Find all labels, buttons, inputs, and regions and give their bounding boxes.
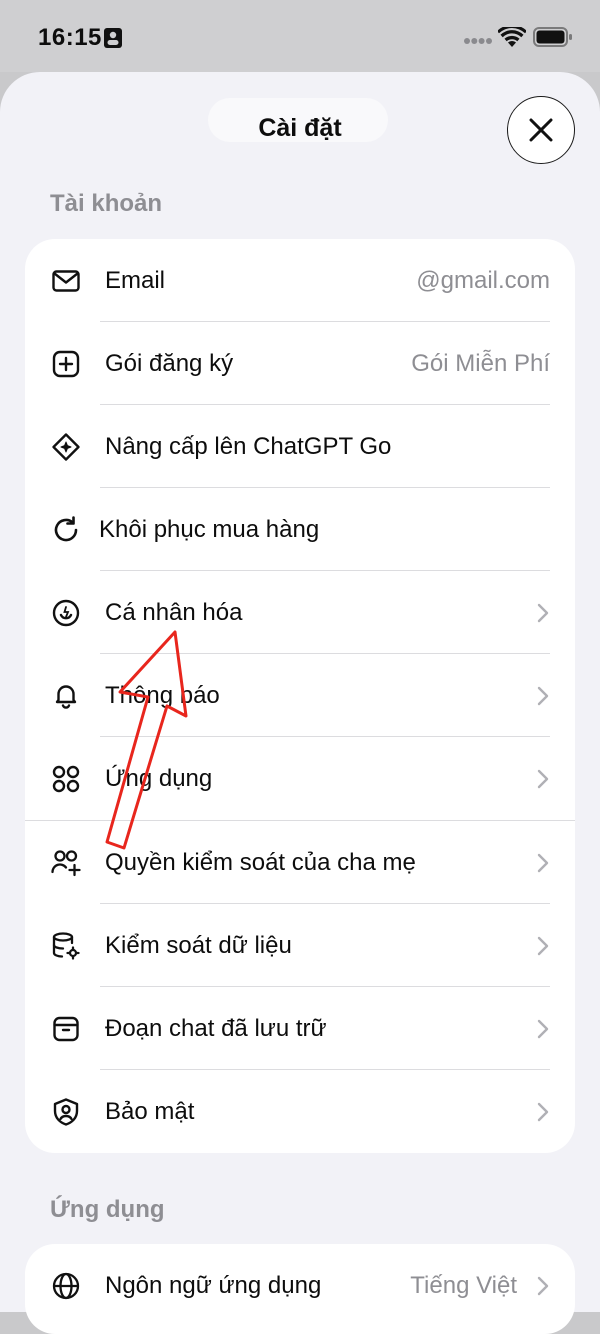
close-icon: [529, 118, 553, 142]
chevron-right-icon: [537, 936, 549, 956]
row-archived-chats[interactable]: Đoạn chat đã lưu trữ: [25, 987, 575, 1070]
row-personalization[interactable]: Cá nhân hóa: [25, 571, 575, 654]
account-card: Email @gmail.com Gói đăng ký Gói Miễn Ph…: [25, 239, 575, 1153]
email-value: @gmail.com: [416, 267, 550, 294]
refresh-icon: [54, 516, 78, 542]
row-subscription[interactable]: Gói đăng ký Gói Miễn Phí: [25, 322, 575, 405]
row-apps[interactable]: Ứng dụng: [25, 737, 575, 820]
battery-icon: [533, 27, 572, 47]
row-notifications[interactable]: Thông báo: [25, 654, 575, 737]
row-security[interactable]: Bảo mật: [25, 1070, 575, 1153]
portrait-lock-icon: [104, 28, 122, 48]
mail-icon: [52, 270, 80, 292]
row-label: Gói đăng ký: [105, 350, 234, 377]
row-label: Thông báo: [105, 682, 220, 709]
row-data-controls[interactable]: Kiểm soát dữ liệu: [25, 904, 575, 987]
row-label: Đoạn chat đã lưu trữ: [105, 1015, 327, 1042]
row-label: Bảo mật: [105, 1098, 195, 1125]
close-button[interactable]: [507, 96, 575, 164]
app-language-value: Tiếng Việt: [410, 1272, 517, 1299]
app-card: Ngôn ngữ ứng dụng Tiếng Việt: [25, 1244, 575, 1334]
signal-dots-icon: [464, 38, 492, 44]
chevron-right-icon: [537, 1276, 549, 1296]
row-label: Cá nhân hóa: [105, 599, 243, 626]
row-label: Kiểm soát dữ liệu: [105, 932, 292, 959]
bell-icon: [55, 685, 77, 709]
database-gear-icon: [52, 932, 80, 960]
row-label: Ngôn ngữ ứng dụng: [105, 1272, 322, 1299]
diamond-sparkle-icon: [52, 433, 80, 461]
row-upgrade-go[interactable]: Nâng cấp lên ChatGPT Go: [25, 405, 575, 488]
shield-user-icon: [53, 1098, 79, 1126]
row-label: Email: [105, 267, 166, 294]
row-label: Quyền kiểm soát của cha mẹ: [105, 849, 416, 876]
wifi-icon: [498, 27, 526, 47]
globe-icon: [52, 1272, 80, 1300]
row-label: Ứng dụng: [105, 765, 213, 792]
row-app-language[interactable]: Ngôn ngữ ứng dụng Tiếng Việt: [25, 1244, 575, 1327]
chevron-right-icon: [537, 769, 549, 789]
status-bar: 16:15: [0, 0, 600, 72]
status-time: 16:15: [38, 24, 102, 51]
section-header-app: Ứng dụng: [50, 1196, 165, 1223]
row-parental-controls[interactable]: Quyền kiểm soát của cha mẹ: [25, 820, 575, 904]
chevron-right-icon: [537, 1019, 549, 1039]
plus-square-icon: [52, 350, 80, 378]
chevron-right-icon: [537, 853, 549, 873]
section-header-account: Tài khoản: [50, 190, 163, 217]
archive-box-icon: [53, 1016, 79, 1042]
row-restore-purchases[interactable]: Khôi phục mua hàng: [25, 488, 575, 571]
chevron-right-icon: [537, 1102, 549, 1122]
people-add-icon: [51, 850, 81, 877]
row-label: Nâng cấp lên ChatGPT Go: [105, 433, 392, 460]
subscription-value: Gói Miễn Phí: [411, 350, 550, 377]
chevron-right-icon: [537, 686, 549, 706]
row-label: Khôi phục mua hàng: [99, 516, 320, 543]
apps-grid-icon: [52, 765, 80, 793]
row-email[interactable]: Email @gmail.com: [25, 239, 575, 322]
personalization-icon: [52, 599, 80, 627]
chevron-right-icon: [537, 603, 549, 623]
